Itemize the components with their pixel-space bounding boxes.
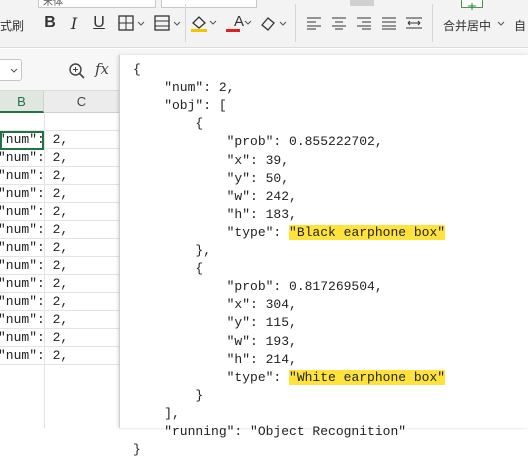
json-line: "type": "Black earphone box" — [133, 224, 446, 242]
cell-b-value: "num": 2, — [0, 330, 69, 345]
distributed-align-button[interactable] — [404, 12, 424, 34]
cell-b-value: "num": 2, — [0, 348, 69, 363]
json-line: }, — [133, 243, 212, 258]
underline-button[interactable]: U — [89, 12, 109, 34]
json-key: "type": — [133, 369, 290, 385]
merge-center-label[interactable]: 合并居中 — [443, 17, 491, 34]
json-line: { — [133, 261, 204, 277]
table-row[interactable]: 2 — [0, 113, 120, 131]
font-color-button[interactable]: A — [224, 12, 254, 34]
table-row[interactable]: "num": 2, — [0, 239, 120, 257]
json-line: "running": "Object Recognition" — [133, 424, 407, 439]
highlight-button[interactable] — [188, 12, 218, 34]
italic-button[interactable]: I — [65, 12, 83, 34]
bold-button[interactable]: B — [40, 12, 60, 34]
json-highlighted-value: "White earphone box" — [289, 369, 446, 385]
table-row[interactable]: "num": 2, — [0, 203, 120, 221]
font-name-select[interactable]: 宋体 — [38, 0, 156, 8]
json-line: "obj": [ — [133, 98, 227, 114]
active-cell-selection[interactable] — [0, 131, 44, 150]
cell-fill-button[interactable] — [152, 12, 182, 34]
align-top-button[interactable] — [350, 0, 374, 6]
json-line: { — [133, 62, 141, 77]
fx-label[interactable]: fx — [95, 60, 109, 78]
cell-b-value: "num": 2, — [0, 186, 69, 201]
align-left-button[interactable] — [305, 12, 323, 34]
table-row[interactable]: "num": 2, — [0, 293, 120, 311]
json-line: "h": 214, — [133, 351, 297, 367]
chevron-down-icon — [10, 68, 18, 73]
cell-b-value: "num": 2, — [0, 168, 69, 183]
json-preview-panel: { "num": 2, "obj": [ { "prob": 0.8552227… — [119, 55, 528, 457]
table-row[interactable]: "num": 2, — [0, 167, 120, 185]
json-line: } — [133, 442, 141, 458]
ribbon-separator — [185, 4, 186, 42]
cell-b-value: "num": 2, — [0, 312, 69, 327]
name-box[interactable] — [0, 59, 22, 81]
justify-button[interactable] — [380, 12, 398, 34]
table-row[interactable]: "num": 2, — [0, 275, 120, 293]
json-line: "y": 50, — [133, 170, 290, 186]
borders-icon — [118, 15, 145, 31]
borders-button[interactable] — [116, 12, 146, 34]
table-row[interactable]: "num": 2, — [0, 257, 120, 275]
table-row[interactable]: "num": 2, — [0, 329, 120, 347]
table-row[interactable]: "num": 2, — [0, 149, 120, 167]
json-line: "prob": 0.855222702, — [133, 134, 383, 150]
cell-b-value: "num": 2, — [0, 276, 69, 291]
json-line: "type": "White earphone box" — [133, 369, 446, 387]
cell-b-value: "num": 2, — [0, 150, 69, 165]
column-header-b[interactable]: B — [0, 91, 44, 113]
cell-b-value: "num": 2, — [0, 294, 69, 309]
json-line: "w": 242, — [133, 188, 297, 204]
auto-wrap-label[interactable]: 自 — [514, 17, 526, 34]
align-center-icon — [332, 17, 346, 30]
fill-grid-icon — [154, 15, 181, 31]
font-size-select[interactable] — [161, 0, 257, 8]
align-right-button[interactable] — [355, 12, 373, 34]
table-row[interactable]: "num": 2, — [0, 311, 120, 329]
cell-b-value: "num": 2, — [0, 240, 69, 255]
clear-format-button[interactable] — [258, 12, 288, 34]
json-line: "x": 39, — [133, 152, 290, 168]
column-header-c[interactable]: C — [44, 91, 120, 113]
eraser-icon — [261, 17, 287, 31]
ribbon-separator — [432, 4, 433, 42]
merge-center-icon[interactable] — [461, 0, 483, 10]
json-line: "num": 2, — [133, 80, 235, 96]
cell-b-value: "num": 2, — [0, 204, 69, 219]
json-line: "h": 183, — [133, 206, 297, 222]
cell-b-value: "num": 2, — [0, 258, 69, 273]
json-line: "w": 193, — [133, 333, 297, 349]
align-left-icon — [307, 17, 321, 30]
table-row[interactable]: "num": 2, — [0, 185, 120, 203]
justify-icon — [382, 17, 396, 30]
align-right-icon — [357, 17, 371, 30]
cell-b-value: "num": 2, — [0, 222, 69, 237]
format-painter-label[interactable]: 式刷 — [0, 17, 24, 34]
table-row[interactable]: "num": 2, — [0, 347, 120, 365]
json-line: "x": 304, — [133, 297, 297, 313]
json-key: "type": — [133, 224, 290, 240]
zoom-search-icon[interactable] — [68, 62, 86, 80]
json-line: } — [133, 387, 204, 403]
merge-plus-icon — [468, 3, 476, 10]
distributed-align-icon — [406, 17, 422, 29]
ribbon-separator — [295, 4, 296, 42]
table-row[interactable]: "num": 2, — [0, 221, 120, 239]
paint-bucket-icon — [191, 16, 217, 32]
align-center-button[interactable] — [330, 12, 348, 34]
json-line: { — [133, 116, 204, 132]
json-line: "y": 115, — [133, 315, 297, 331]
ribbon-toolbar: 式刷 宋体 B I U A 合并居中 自 — [0, 0, 528, 48]
json-highlighted-value: "Black earphone box" — [289, 224, 446, 240]
json-line: ], — [133, 405, 180, 421]
font-color-icon — [226, 20, 252, 32]
json-line: "prob": 0.817269504, — [133, 279, 383, 295]
chevron-down-icon[interactable] — [497, 21, 505, 27]
